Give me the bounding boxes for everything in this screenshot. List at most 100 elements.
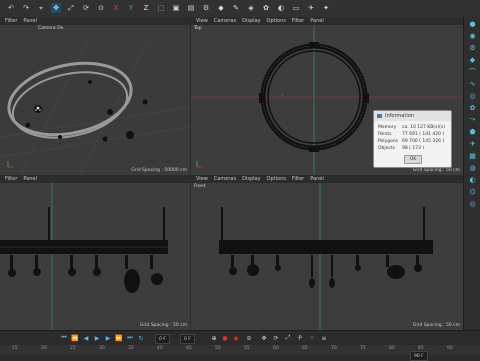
- go-to-start-icon[interactable]: ⏮: [60, 334, 68, 342]
- subdivision-icon[interactable]: ◈: [246, 3, 256, 13]
- light-icon[interactable]: ✦: [321, 3, 331, 13]
- ruler-tick-label: 30: [99, 346, 105, 351]
- ruler-tick-label: 90: [447, 346, 453, 351]
- spline-icon[interactable]: ∿: [468, 79, 477, 88]
- scale-icon[interactable]: ⤢: [66, 3, 76, 13]
- tag-icon[interactable]: ⬟: [468, 127, 477, 136]
- globe-icon[interactable]: ◍: [468, 163, 477, 172]
- ruler-tick-label: 25: [70, 346, 76, 351]
- axis-x-icon[interactable]: X: [111, 3, 121, 13]
- viewport-right[interactable]: Filter Panel Grid Spacing : 50 cm: [0, 175, 190, 330]
- previous-key-icon[interactable]: ⏪: [71, 334, 79, 342]
- ruler-tick-label: 50: [215, 346, 221, 351]
- autokey-icon[interactable]: ◉: [232, 334, 240, 342]
- viewport-title: Front: [194, 184, 206, 189]
- info-value-memory: ca. 10 127 KB(s)(s): [402, 125, 446, 130]
- current-frame-field[interactable]: 0 F: [180, 334, 195, 344]
- next-frame-icon[interactable]: ▶: [104, 334, 112, 342]
- array-icon[interactable]: ✿: [261, 3, 271, 13]
- main-toolbar: ↶ ↷ ⌖ ✥ ⤢ ⟳ ⊙ X Y Z ⬚ ▣ ▤ ⚙ ◆ ✎ ◈ ✿ ◐ ▭ ✈ ✦: [0, 0, 480, 18]
- ruler-tick-label: 70: [331, 346, 337, 351]
- grid-spacing-label: Grid Spacing : 50000 cm: [131, 168, 187, 173]
- ruler-tick-label: 65: [302, 346, 308, 351]
- live-select-icon[interactable]: ⌖: [36, 3, 46, 13]
- rotate-icon[interactable]: ⟳: [81, 3, 91, 13]
- camera-tool-icon[interactable]: ✈: [468, 139, 477, 148]
- cloner-icon[interactable]: ✿: [468, 103, 477, 112]
- loop-icon[interactable]: ↻: [137, 334, 145, 342]
- tube-icon[interactable]: ◎: [468, 91, 477, 100]
- ruler-tick-label: 85: [418, 346, 424, 351]
- render-picture-viewer-icon[interactable]: ▤: [186, 3, 196, 13]
- redo-icon[interactable]: ↷: [21, 3, 31, 13]
- axis-y-icon[interactable]: Y: [126, 3, 136, 13]
- move-icon[interactable]: ✥: [51, 3, 61, 13]
- next-key-icon[interactable]: ⏩: [115, 334, 123, 342]
- ruler-tick-label: 15: [12, 346, 18, 351]
- point-level-key-icon[interactable]: ⁘: [308, 334, 316, 342]
- info-label-polygons: Polygons: [378, 139, 399, 144]
- ruler-tick-label: 60: [273, 346, 279, 351]
- dialog-title: Information: [385, 113, 414, 119]
- play-icon[interactable]: ▶: [93, 334, 101, 342]
- dialog-header[interactable]: Information: [374, 111, 451, 121]
- record-keys-icon[interactable]: ⊕: [210, 334, 218, 342]
- target-icon[interactable]: ◎: [468, 199, 477, 208]
- info-value-objects: 98 ( 173 ): [402, 146, 425, 151]
- record-icon[interactable]: ●: [221, 334, 229, 342]
- ruler-tick-label: 40: [157, 346, 163, 351]
- info-value-points: 77 691 ( 141 420 ): [402, 132, 445, 137]
- dot-icon[interactable]: ●: [468, 19, 477, 28]
- axis-z-icon[interactable]: Z: [141, 3, 151, 13]
- ok-button[interactable]: OK: [404, 155, 422, 164]
- python-icon[interactable]: ⌬: [468, 187, 477, 196]
- parameter-key-icon[interactable]: P: [296, 334, 304, 342]
- scale-key-icon[interactable]: ⤢: [284, 334, 292, 342]
- timeline-menu-icon[interactable]: ≡: [320, 334, 328, 342]
- camera-badge: On: [57, 26, 64, 31]
- coordinate-system-icon[interactable]: ⬚: [156, 3, 166, 13]
- cube-blue-icon[interactable]: ◆: [468, 55, 477, 64]
- sphere-icon[interactable]: ◉: [468, 31, 477, 40]
- rotation-key-icon[interactable]: ⟳: [272, 334, 280, 342]
- ruler-tick-label: 35: [128, 346, 134, 351]
- render-settings-icon[interactable]: ⚙: [201, 3, 211, 13]
- information-dialog: Information Memory ca. 10 127 KB(s)(s) P…: [373, 110, 452, 168]
- ruler-tick-label: 20: [41, 346, 47, 351]
- position-key-icon[interactable]: ✥: [260, 334, 268, 342]
- deformer-icon[interactable]: ◐: [276, 3, 286, 13]
- right-scene: [0, 183, 168, 330]
- camera-icon[interactable]: ✈: [306, 3, 316, 13]
- floor-icon[interactable]: ▭: [291, 3, 301, 13]
- grid-spacing-label: Grid Spacing : 50 cm: [412, 323, 460, 328]
- recent-tools-icon[interactable]: ⊙: [96, 3, 106, 13]
- perspective-scene: [0, 36, 190, 175]
- viewport-front[interactable]: View Cameras Display Options Filter Pane…: [191, 175, 463, 330]
- ruler-tick-label: 45: [186, 346, 192, 351]
- material-icon[interactable]: ◐: [468, 175, 477, 184]
- info-label-objects: Objects: [378, 146, 396, 151]
- start-frame-field[interactable]: 0 F: [155, 334, 170, 344]
- cube-icon[interactable]: ◆: [216, 3, 226, 13]
- render-view-icon[interactable]: ▣: [171, 3, 181, 13]
- ruler-tick-label: 55: [244, 346, 250, 351]
- viewport-camera-label[interactable]: Camera On: [38, 26, 64, 31]
- front-scene: [219, 183, 433, 330]
- viewport-title: Top: [194, 26, 202, 31]
- grid-icon[interactable]: ▦: [468, 151, 477, 160]
- bend-icon[interactable]: ⌒: [468, 67, 477, 76]
- grid-spacing-label: Grid Spacing : 50 cm: [139, 323, 187, 328]
- info-label-points: Points: [378, 132, 392, 137]
- viewport-perspective[interactable]: Filter Panel Camera On Grid Spacing : 50…: [0, 17, 190, 175]
- undo-icon[interactable]: ↶: [6, 3, 16, 13]
- keyframe-selection-icon[interactable]: ⊘: [245, 334, 253, 342]
- pen-icon[interactable]: ✎: [231, 3, 241, 13]
- info-label-memory: Memory: [378, 125, 397, 130]
- sweep-icon[interactable]: ⤳: [468, 115, 477, 124]
- info-app-icon: [377, 114, 382, 118]
- settings-icon[interactable]: ⚙: [468, 43, 477, 52]
- camera-name: Camera: [38, 26, 56, 31]
- previous-frame-icon[interactable]: ◀: [82, 334, 90, 342]
- go-to-end-icon[interactable]: ⏭: [126, 334, 134, 342]
- right-tool-strip: ● ◉ ⚙ ◆ ⌒ ∿ ◎ ✿ ⤳ ⬟ ✈ ▦ ◍ ◐ ⌬ ◎: [463, 17, 480, 330]
